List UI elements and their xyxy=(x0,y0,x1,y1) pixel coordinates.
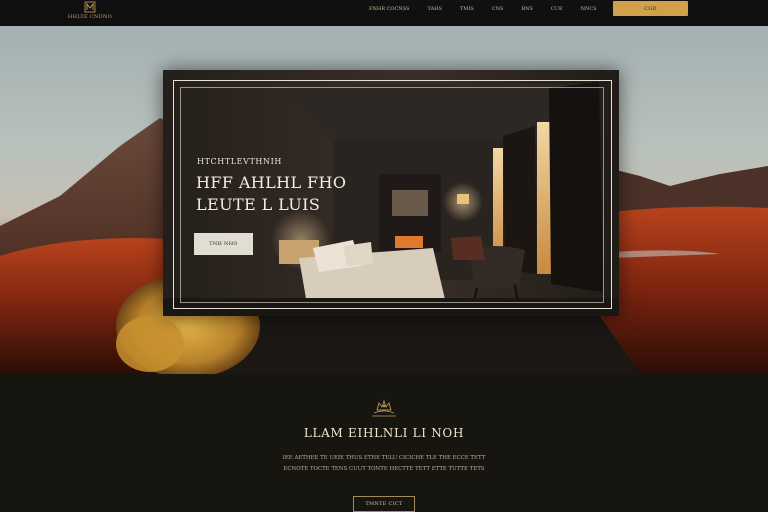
hero-title-line-2: LEUTE L LUIS xyxy=(196,195,321,214)
nav-link-1[interactable]: FNHR COCNSS xyxy=(360,6,418,12)
hero-section: HTCHTLEVTHNIH HFF AHLHL FHO LEUTE L LUIS… xyxy=(0,26,768,374)
crest-monogram-icon xyxy=(84,1,96,13)
section-outline-button[interactable]: TMNTE CICT xyxy=(353,496,415,512)
nav-menu: FNHR COCNSS TAHS TMIS CNS BNS CUE NNCS xyxy=(360,6,606,12)
hero-title-line-1: HFF AHLHL FHO xyxy=(196,173,347,192)
top-nav: HHLTE CNDNO FNHR COCNSS TAHS TMIS CNS BN… xyxy=(0,0,768,27)
hero-cta-button[interactable]: TNH NHO xyxy=(194,233,253,255)
brand-name: HHLTE CNDNO xyxy=(67,14,113,20)
nav-link-2[interactable]: TAHS xyxy=(418,6,450,12)
hero-title: HFF AHLHL FHO LEUTE L LUIS xyxy=(196,172,396,216)
brand-logo[interactable]: HHLTE CNDNO xyxy=(66,1,114,20)
nav-cta-button[interactable]: CGD xyxy=(613,1,688,16)
section-title: LLAM EIHLNLI LI NOH xyxy=(303,426,465,440)
section-text-line-2: ECNOTE TOCTE TENS CUUT TONTE HECTTE TETT… xyxy=(283,466,485,472)
nav-link-7[interactable]: NNCS xyxy=(572,6,606,12)
nav-link-4[interactable]: CNS xyxy=(483,6,513,12)
nav-link-6[interactable]: CUE xyxy=(542,6,572,12)
section-description: IEE AETHEE TE UEIE THUS ETHE TELU CICICH… xyxy=(254,453,514,475)
section-text-line-1: IEE AETHEE TE UEIE THUS ETHE TELU CICICH… xyxy=(282,455,486,461)
intro-section: LLAM EIHLNLI LI NOH IEE AETHEE TE UEIE T… xyxy=(0,374,768,512)
hero-eyebrow: HTCHTLEVTHNIH xyxy=(197,157,282,166)
nav-link-3[interactable]: TMIS xyxy=(451,6,483,12)
crown-crest-icon xyxy=(372,399,396,417)
nav-link-5[interactable]: BNS xyxy=(512,6,541,12)
